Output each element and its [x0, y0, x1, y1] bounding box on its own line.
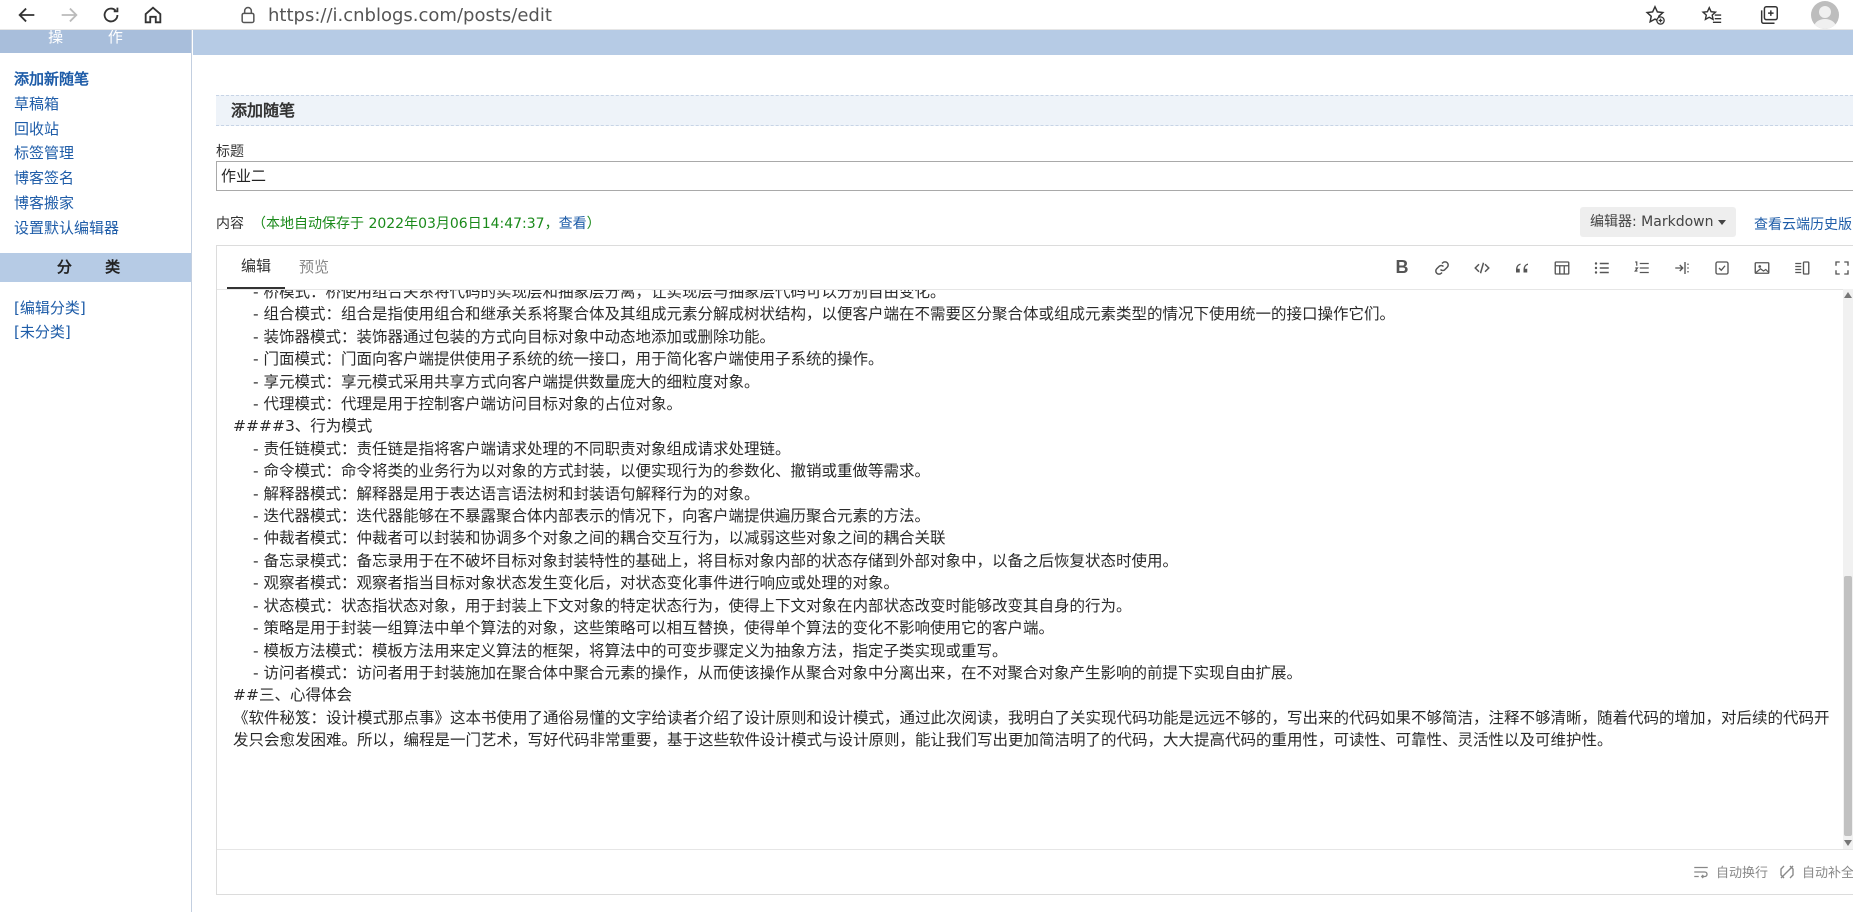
content-label-row: 内容 （本地自动保存于 2022年03月06日14:47:37，查看）	[216, 213, 601, 233]
back-arrow-icon	[18, 7, 35, 22]
code-icon[interactable]	[1471, 257, 1493, 279]
category-links: [编辑分类] [未分类]	[0, 282, 191, 346]
autosave-note: （本地自动保存于 2022年03月06日14:47:37，查看）	[252, 216, 601, 232]
title-label: 标题	[216, 144, 244, 160]
list-item: - 解释器模式：解释器是用于表达语言语法树和封装语句解释行为的对象。	[253, 484, 760, 503]
home-icon	[144, 5, 162, 23]
ordered-list-icon[interactable]	[1631, 257, 1653, 279]
list-item: - 门面模式：门面向客户端提供使用子系统的统一接口，用于简化客户端使用子系统的操…	[253, 350, 884, 369]
auto-complete-toggle[interactable]: 自动补全	[1778, 862, 1853, 881]
top-banner	[193, 30, 1853, 55]
scroll-up-icon[interactable]	[1844, 292, 1852, 298]
sidebar-item-recycle-bin[interactable]: 回收站	[14, 117, 191, 142]
editor-toolbar: B	[1373, 246, 1853, 289]
autosave-close-paren: ）	[586, 216, 601, 232]
autosave-text: （本地自动保存于 2022年03月06日14:47:37，	[252, 216, 559, 232]
section-title: 添加随笔	[216, 95, 1853, 126]
split-view-icon[interactable]	[1791, 257, 1813, 279]
list-item: - 桥模式：桥使用组合关系将代码的实现层和抽象层分离，让实现层与抽象层代码可以分…	[253, 289, 946, 301]
auto-wrap-label: 自动换行	[1715, 866, 1768, 881]
editor-tabs: 编辑 预览	[217, 246, 343, 289]
category-uncategorized-link[interactable]: [未分类]	[14, 320, 191, 345]
collections-button[interactable]	[1757, 3, 1781, 27]
favorites-star-icon	[1701, 6, 1722, 24]
editor-text: - 桥模式：桥使用组合关系将代码的实现层和抽象层分离，让实现层与抽象层代码可以分…	[233, 289, 1843, 752]
list-item: - 备忘录模式：备忘录用于在不破坏目标对象封装特性的基础上，将目标对象内部的状态…	[253, 551, 1179, 570]
back-button[interactable]	[12, 0, 42, 30]
sidebar-item-drafts[interactable]: 草稿箱	[14, 92, 191, 117]
image-icon[interactable]	[1751, 257, 1773, 279]
star-add-icon	[1645, 5, 1665, 25]
content-label: 内容	[216, 216, 244, 232]
add-favorite-button[interactable]	[1643, 3, 1667, 27]
collections-icon	[1760, 6, 1778, 24]
refresh-button[interactable]	[96, 0, 126, 30]
scrollbar-thumb[interactable]	[1844, 576, 1852, 836]
browser-toolbar: https://i.cnblogs.com/posts/edit	[0, 0, 1853, 30]
sidebar-item-add-post[interactable]: 添加新随笔	[14, 67, 191, 92]
indent-icon[interactable]	[1671, 257, 1693, 279]
list-item: - 责任链模式：责任链是指将客户端请求处理的不同职责对象组成请求处理链。	[253, 439, 791, 458]
cloud-history-link[interactable]: 查看云端历史版	[1754, 214, 1852, 234]
heading-line: ####3、行为模式	[233, 417, 373, 436]
forward-arrow-icon	[61, 7, 78, 22]
list-item: - 访问者模式：访问者用于封装施加在聚合体中聚合元素的操作，从而使该操作从聚合对…	[253, 663, 1303, 682]
markdown-textarea[interactable]: - 桥模式：桥使用组合关系将代码的实现层和抽象层分离，让实现层与抽象层代码可以分…	[217, 289, 1844, 849]
sidebar-item-blog-move[interactable]: 博客搬家	[14, 191, 191, 216]
tab-preview[interactable]: 预览	[285, 246, 343, 289]
list-item: - 观察者模式：观察者指当目标对象状态发生变化后，对状态变化事件进行响应或处理的…	[253, 574, 900, 593]
list-item: - 模板方法模式：模板方法用来定义算法的框架，将算法中的可变步骤定义为抽象方法，…	[253, 641, 1008, 660]
list-item: - 享元模式：享元模式采用共享方式向客户端提供数量庞大的细粒度对象。	[253, 372, 760, 391]
scroll-down-icon[interactable]	[1844, 840, 1852, 846]
unordered-list-icon[interactable]	[1591, 257, 1613, 279]
wrap-icon	[1694, 866, 1708, 878]
editor-select-label: 编辑器: Markdown	[1590, 214, 1714, 230]
autosave-view-link[interactable]: 查看	[559, 216, 587, 232]
refresh-icon	[103, 7, 119, 22]
list-item: - 策略是用于封装一组算法中单个算法的对象，这些策略可以相互替换，使得单个算法的…	[253, 619, 1055, 638]
fullscreen-icon[interactable]	[1831, 257, 1853, 279]
editor-footer: 自动换行 自动补全	[217, 849, 1853, 895]
table-icon[interactable]	[1551, 257, 1573, 279]
sidebar-item-signature[interactable]: 博客签名	[14, 166, 191, 191]
list-item: - 命令模式：命令将类的业务行为以对象的方式封装，以便实现行为的参数化、撤销或重…	[253, 462, 931, 481]
list-item: - 代理模式：代理是用于控制客户端访问目标对象的占位对象。	[253, 395, 683, 414]
sidebar-header: 操 作	[0, 30, 191, 53]
profile-avatar[interactable]	[1811, 1, 1839, 29]
favorites-button[interactable]	[1700, 3, 1724, 27]
home-button[interactable]	[138, 0, 168, 30]
address-bar[interactable]: https://i.cnblogs.com/posts/edit	[238, 0, 1658, 30]
category-edit-link[interactable]: [编辑分类]	[14, 296, 191, 321]
list-item: - 组合模式：组合是指使用组合和继承关系将聚合体及其组成元素分解成树状结构，以便…	[253, 305, 1396, 324]
sidebar-links: 添加新随笔 草稿箱 回收站 标签管理 博客签名 博客搬家 设置默认编辑器	[0, 53, 191, 241]
lock-icon	[241, 6, 255, 24]
sidebar: 操 作 添加新随笔 草稿箱 回收站 标签管理 博客签名 博客搬家 设置默认编辑器…	[0, 30, 192, 912]
editor-scrollbar[interactable]	[1843, 289, 1853, 849]
editor-select-dropdown[interactable]: 编辑器: Markdown	[1580, 207, 1736, 237]
bold-icon[interactable]: B	[1391, 257, 1413, 279]
auto-wrap-toggle[interactable]: 自动换行	[1692, 862, 1768, 881]
auto-complete-off-icon	[1780, 865, 1794, 878]
forward-button[interactable]	[54, 0, 84, 30]
markdown-editor: 编辑 预览 B - 桥模式：桥使用组合关系将代码的实现层和抽象层分离，让实现层与…	[216, 245, 1853, 895]
list-item: - 状态模式：状态指状态对象，用于封装上下文对象的特定状态行为，使得上下文对象在…	[253, 596, 1132, 615]
url-text: https://i.cnblogs.com/posts/edit	[268, 4, 552, 26]
paragraph: 《软件秘笈：设计模式那点事》这本书使用了通俗易懂的文字给读者介绍了设计原则和设计…	[233, 708, 1830, 750]
quote-icon[interactable]	[1511, 257, 1533, 279]
task-icon[interactable]	[1711, 257, 1733, 279]
list-item: - 装饰器模式：装饰器通过包装的方式向目标对象中动态地添加或删除功能。	[253, 327, 776, 346]
auto-complete-label: 自动补全	[1801, 866, 1853, 881]
sidebar-item-tags[interactable]: 标签管理	[14, 141, 191, 166]
category-header: 分 类	[0, 252, 191, 282]
sidebar-item-default-editor[interactable]: 设置默认编辑器	[14, 216, 191, 241]
chevron-down-icon	[1718, 219, 1727, 225]
heading-line: ##三、心得体会	[233, 686, 352, 705]
link-icon[interactable]	[1431, 257, 1453, 279]
title-input[interactable]: 作业二	[216, 161, 1853, 191]
list-item: - 仲裁者模式：仲裁者可以封装和协调多个对象之间的耦合交互行为，以减弱这些对象之…	[253, 529, 946, 548]
list-item: - 迭代器模式：迭代器能够在不暴露聚合体内部表示的情况下，向客户端提供遍历聚合元…	[253, 507, 931, 526]
tab-edit[interactable]: 编辑	[227, 246, 286, 289]
